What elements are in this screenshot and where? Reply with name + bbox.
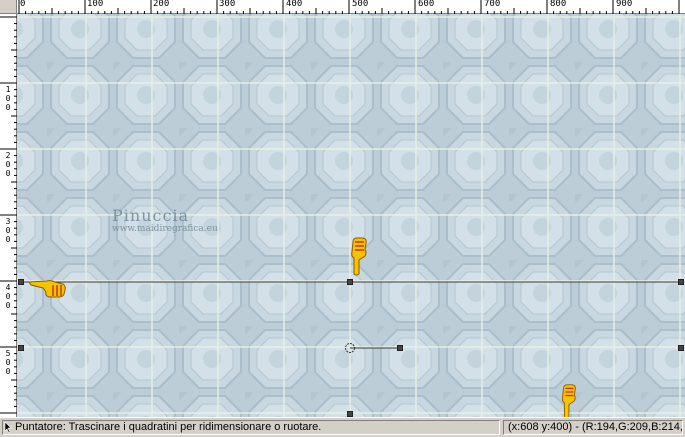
top-ruler-label: 0 xyxy=(20,0,26,9)
status-message-panel: Puntatore: Trascinare i quadratini per r… xyxy=(2,420,500,435)
status-message: Puntatore: Trascinare i quadratini per r… xyxy=(15,421,322,433)
top-ruler: 0 100 200 300 400 500 600 700 800 900 xyxy=(0,0,685,14)
top-ruler-label: 300 xyxy=(219,0,236,9)
top-ruler-label: 600 xyxy=(418,0,435,9)
pointing-hand-icon xyxy=(29,280,66,298)
top-ruler-label: 200 xyxy=(153,0,170,9)
handle-left-middle[interactable] xyxy=(18,279,24,285)
watermark-url: www.maidiregrafica.eu xyxy=(112,224,218,234)
ruler-corner xyxy=(0,0,17,14)
top-ruler-label: 100 xyxy=(87,0,104,9)
handle-right-middle[interactable] xyxy=(678,279,684,285)
handle-left-lower[interactable] xyxy=(18,345,24,351)
status-coords-panel: (x:608 y:400) - (R:194,G:209,B:214, xyxy=(503,420,683,435)
top-ruler-label: 800 xyxy=(550,0,567,9)
image-canvas[interactable]: Pinuccia www.maidiregrafica.eu xyxy=(17,14,685,417)
cursor-icon xyxy=(4,421,12,433)
left-ruler-label: 5 0 0 xyxy=(5,349,11,376)
left-ruler-label: 2 0 0 xyxy=(5,151,11,178)
watermark-title: Pinuccia xyxy=(112,206,190,225)
handle-top-center[interactable] xyxy=(347,279,353,285)
rotation-handle[interactable] xyxy=(397,345,403,351)
handle-right-lower[interactable] xyxy=(678,345,684,351)
pointing-hand-icon xyxy=(561,384,576,417)
pointing-hand-icon xyxy=(351,237,367,276)
left-ruler-label: 3 0 0 xyxy=(5,217,11,244)
left-ruler-label: 4 0 0 xyxy=(5,283,11,310)
status-bar: Puntatore: Trascinare i quadratini per r… xyxy=(0,417,685,437)
top-ruler-label: 900 xyxy=(616,0,633,9)
top-ruler-label: 700 xyxy=(484,0,501,9)
top-ruler-label: 400 xyxy=(286,0,303,9)
left-ruler-label: 1 0 0 xyxy=(5,85,11,112)
left-ruler: 1 0 0 2 0 0 3 0 0 4 0 0 5 0 0 xyxy=(0,14,17,417)
top-ruler-label: 500 xyxy=(352,0,369,9)
status-coords: (x:608 y:400) - (R:194,G:209,B:214, xyxy=(508,421,683,433)
watermark: Pinuccia www.maidiregrafica.eu xyxy=(112,206,218,234)
